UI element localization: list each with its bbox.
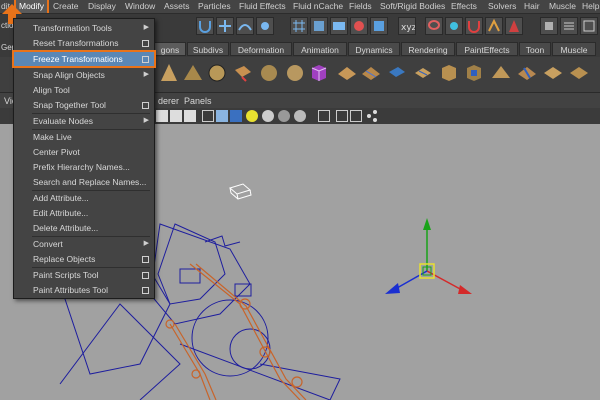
- menu-item-prefix-hierarchy-names[interactable]: Prefix Hierarchy Names...: [14, 160, 154, 174]
- option-box-icon: [142, 287, 149, 294]
- menu-item-reset-transformations[interactable]: Reset Transformations: [14, 36, 154, 50]
- menu-item-freeze-transformations[interactable]: Freeze Transformations: [12, 50, 156, 68]
- menu-item-evaluate-nodes[interactable]: Evaluate Nodes ▶: [14, 114, 154, 128]
- menu-item-make-live[interactable]: Make Live: [14, 130, 154, 144]
- submenu-arrow-icon: ▶: [143, 240, 149, 247]
- menu-item-search-replace-names[interactable]: Search and Replace Names...: [14, 175, 154, 189]
- menu-item-center-pivot[interactable]: Center Pivot: [14, 145, 154, 159]
- option-box-icon: [142, 40, 149, 47]
- menu-item-snap-align-objects[interactable]: Snap Align Objects ▶: [14, 68, 154, 82]
- menu-item-add-attribute[interactable]: Add Attribute...: [14, 191, 154, 205]
- modify-menu: Transformation Tools ▶ Reset Transformati…: [12, 18, 156, 299]
- menu-item-transformation-tools[interactable]: Transformation Tools ▶: [14, 21, 154, 35]
- menu-item-paint-attributes-tool[interactable]: Paint Attributes Tool: [14, 283, 154, 297]
- menu-item-replace-objects[interactable]: Replace Objects: [14, 252, 154, 266]
- menu-item-edit-attribute[interactable]: Edit Attribute...: [14, 206, 154, 220]
- menu-item-align-tool[interactable]: Align Tool: [14, 83, 154, 97]
- submenu-arrow-icon: ▶: [143, 71, 149, 78]
- option-box-icon: [142, 102, 149, 109]
- submenu-arrow-icon: ▶: [143, 24, 149, 31]
- menu-item-delete-attribute[interactable]: Delete Attribute...: [14, 221, 154, 235]
- option-box-icon: [142, 256, 149, 263]
- menu-item-snap-together-tool[interactable]: Snap Together Tool: [14, 98, 154, 112]
- menu-item-convert[interactable]: Convert ▶: [14, 237, 154, 251]
- option-box-icon: [142, 272, 149, 279]
- option-box-icon: [142, 56, 149, 63]
- submenu-arrow-icon: ▶: [143, 117, 149, 124]
- menu-item-paint-scripts-tool[interactable]: Paint Scripts Tool: [14, 268, 154, 282]
